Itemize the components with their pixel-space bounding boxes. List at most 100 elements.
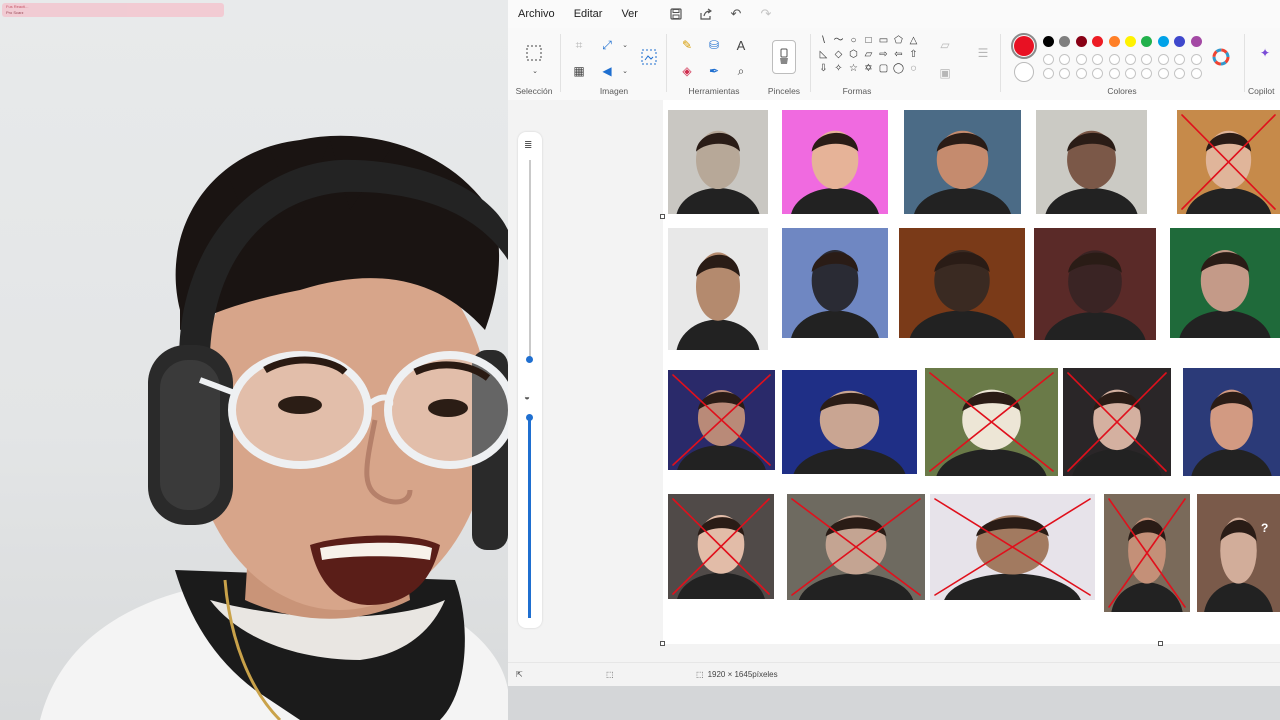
opacity-slider-track[interactable] — [528, 416, 531, 618]
menu-view[interactable]: Ver — [621, 8, 638, 20]
palette-swatch[interactable] — [1125, 54, 1136, 65]
portrait-thumbnail — [904, 110, 1021, 214]
shape-hexagon[interactable]: ⬡ — [846, 48, 861, 62]
share-icon[interactable] — [691, 3, 721, 25]
custom-color-slot[interactable] — [1108, 68, 1120, 79]
shape-line[interactable]: \ — [816, 34, 831, 48]
primary-color-swatch[interactable] — [1011, 33, 1037, 59]
menu-edit[interactable]: Editar — [574, 8, 603, 20]
shape-curve[interactable]: 〜 — [831, 34, 846, 48]
color-picker-icon[interactable]: ✒ — [705, 62, 723, 80]
eraser-icon[interactable]: ◈ — [678, 62, 696, 80]
magnifier-icon[interactable]: ⌕ — [732, 62, 750, 80]
quick-access-toolbar: ↶ ↷ — [661, 3, 781, 25]
brush-settings-panel: ≣ ◒ — [518, 132, 542, 628]
palette-swatch[interactable] — [1190, 54, 1202, 65]
palette-swatch[interactable] — [1075, 36, 1087, 47]
palette-swatch[interactable] — [1157, 36, 1169, 47]
rotate-icon[interactable]: ◀ — [598, 62, 616, 80]
status-bar: ⇱ ⬚ ⬚ 1920 × 1645píxeles — [508, 662, 1280, 686]
colors-group-label: Colores — [1107, 86, 1137, 96]
portrait-thumbnail — [899, 228, 1025, 338]
shape-arrow-left[interactable]: ⇦ — [891, 48, 906, 62]
palette-swatch[interactable] — [1108, 36, 1120, 47]
shape-callout-cloud[interactable]: ◌ — [906, 62, 921, 76]
shape-arrow-down[interactable]: ⇩ — [816, 62, 831, 76]
cursor-position-icon: ⇱ — [516, 670, 523, 679]
brush-icon[interactable] — [772, 40, 796, 74]
fill-icon[interactable]: ⛁ — [705, 36, 723, 54]
secondary-color-swatch[interactable] — [1014, 62, 1034, 82]
image-properties-icon[interactable]: ▦ — [570, 62, 588, 80]
palette-swatch[interactable] — [1157, 54, 1169, 65]
palette-swatch[interactable] — [1108, 54, 1120, 65]
stream-alert-badge: Fus Reacti... Pro Scarz — [2, 3, 224, 17]
canvas-resize-handle[interactable] — [1158, 641, 1163, 646]
shape-arrow-right[interactable]: ⇨ — [876, 48, 891, 62]
size-slider-track[interactable] — [529, 160, 531, 358]
paint-window: Archivo Editar Ver ↶ ↷ ⌄ Selección ⌗ ⤢ ⌄… — [508, 0, 1280, 686]
shape-star-five[interactable]: ☆ — [846, 62, 861, 76]
shapes-group-label: Formas — [842, 86, 872, 96]
ribbon-divider — [1000, 34, 1001, 92]
custom-color-slot[interactable] — [1075, 68, 1087, 79]
opacity-slider-knob[interactable] — [526, 414, 533, 421]
size-slider-knob[interactable] — [526, 356, 533, 363]
palette-swatch[interactable] — [1190, 36, 1202, 47]
shape-star-four[interactable]: ✧ — [831, 62, 846, 76]
shape-star-six[interactable]: ✡ — [861, 62, 876, 76]
shape-fill-icon[interactable]: ▣ — [936, 64, 954, 82]
resize-icon[interactable]: ⤢ — [598, 36, 616, 54]
shape-right-triangle[interactable]: ◺ — [816, 48, 831, 62]
shape-rounded-rectangle[interactable]: ▭ — [876, 34, 891, 48]
image-group: ⌗ ⤢ ⌄ ▦ ◀ ⌄ Imagen — [564, 28, 664, 100]
shape-outline-icon[interactable]: ▱ — [936, 36, 954, 54]
image-group-label: Imagen — [599, 86, 629, 96]
palette-swatch[interactable] — [1043, 54, 1054, 65]
shape-arrow-up[interactable]: ⇧ — [906, 48, 921, 62]
canvas-resize-handle[interactable] — [660, 641, 665, 646]
shape-callout-oval[interactable]: ◯ — [891, 62, 906, 76]
crop-icon[interactable]: ⌗ — [570, 36, 588, 54]
redo-icon[interactable]: ↷ — [751, 3, 781, 25]
copilot-icon[interactable]: ✦ — [1256, 44, 1274, 62]
text-tool-icon[interactable]: A — [732, 36, 750, 54]
custom-color-slot[interactable] — [1043, 68, 1054, 79]
drawing-canvas[interactable]: ? — [663, 100, 1280, 644]
palette-swatch[interactable] — [1075, 54, 1087, 65]
undo-icon[interactable]: ↶ — [721, 3, 751, 25]
shape-rectangle[interactable]: □ — [861, 34, 876, 48]
streamer-illustration — [40, 135, 508, 720]
portrait-thumbnail — [1063, 368, 1171, 476]
shape-callout-rect[interactable]: ▢ — [876, 62, 891, 76]
shape-oval[interactable]: ○ — [846, 34, 861, 48]
resize-chevron-icon[interactable]: ⌄ — [616, 36, 634, 54]
portrait-thumbnail — [1183, 368, 1280, 476]
custom-color-slot[interactable] — [1125, 68, 1136, 79]
stroke-size-icon: ≣ — [524, 140, 533, 151]
edit-colors-icon[interactable] — [1212, 48, 1230, 66]
pencil-icon[interactable]: ✎ — [678, 36, 696, 54]
canvas-resize-handle[interactable] — [660, 214, 665, 219]
menu-file[interactable]: Archivo — [518, 8, 555, 20]
selection-group-label: Selección — [515, 86, 553, 96]
shape-parallelogram[interactable]: ▱ — [861, 48, 876, 62]
portrait-thumbnail — [1104, 494, 1190, 612]
workspace: ≣ ◒ ? — [508, 100, 1280, 662]
palette-swatch[interactable] — [1125, 36, 1136, 47]
custom-color-slot[interactable] — [1157, 68, 1169, 79]
rotate-chevron-icon[interactable]: ⌄ — [616, 62, 634, 80]
selection-group: ⌄ Selección — [508, 28, 560, 100]
shape-triangle[interactable]: △ — [906, 34, 921, 48]
select-rectangle-icon[interactable] — [525, 44, 543, 62]
custom-color-slot[interactable] — [1190, 68, 1202, 79]
selection-chevron-icon[interactable]: ⌄ — [526, 62, 544, 80]
ribbon: ⌄ Selección ⌗ ⤢ ⌄ ▦ ◀ ⌄ Imagen ✎ ⛁ A ◈ ✒… — [508, 28, 1280, 100]
shape-size-icon[interactable]: ☰ — [974, 44, 992, 62]
shape-polygon[interactable]: ⬠ — [891, 34, 906, 48]
shape-diamond[interactable]: ◇ — [831, 48, 846, 62]
palette-swatch[interactable] — [1043, 36, 1054, 47]
portrait-thumbnail — [1197, 494, 1280, 612]
save-icon[interactable] — [661, 3, 691, 25]
image-select-icon[interactable] — [640, 48, 658, 66]
